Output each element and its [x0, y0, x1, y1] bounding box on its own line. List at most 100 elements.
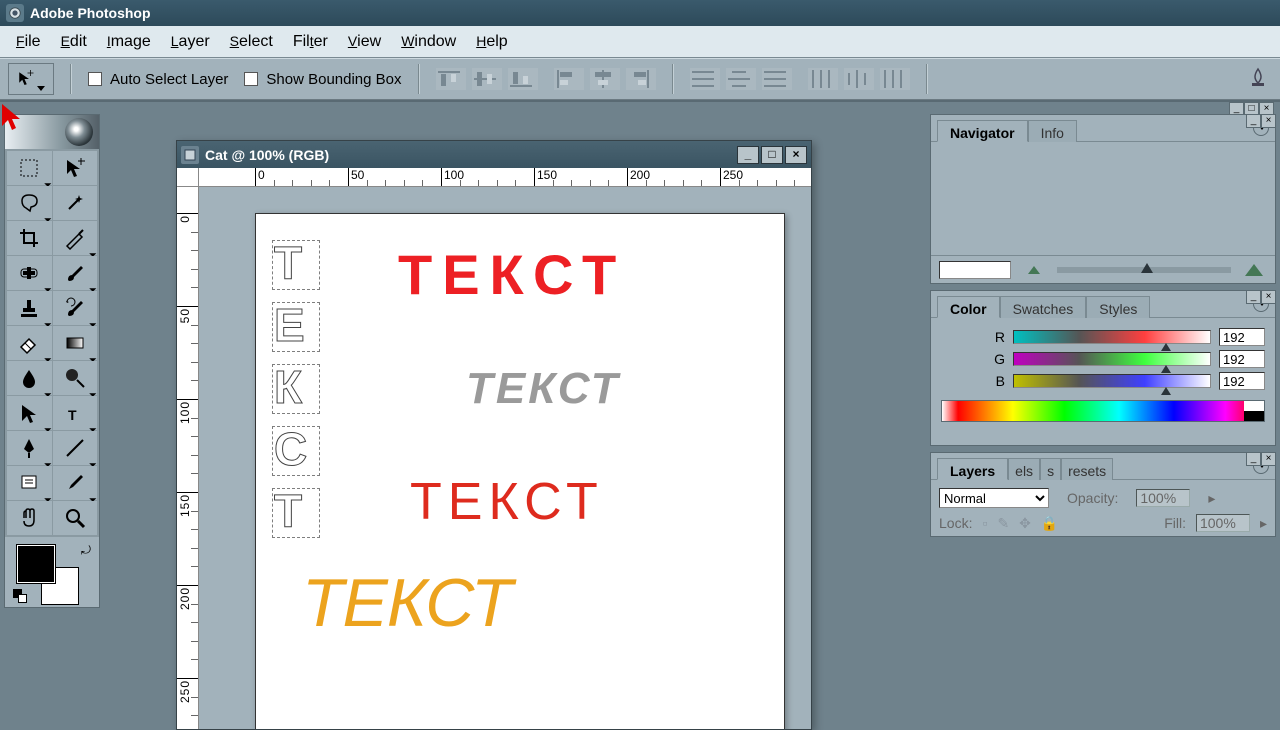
tab-info[interactable]: Info — [1028, 120, 1077, 142]
tab-layers[interactable]: Layers — [937, 458, 1008, 480]
move-tool[interactable] — [53, 151, 98, 185]
b-slider[interactable] — [1013, 374, 1211, 388]
doc-maximize-button[interactable]: □ — [761, 146, 783, 164]
dodge-tool[interactable] — [53, 361, 98, 395]
doc-close-button[interactable]: × — [785, 146, 807, 164]
horizontal-ruler[interactable]: 050100150200250300 — [199, 168, 811, 187]
current-tool-preset[interactable] — [8, 63, 54, 95]
align-top-icon[interactable] — [436, 68, 466, 90]
history-brush-tool[interactable] — [53, 291, 98, 325]
menu-help[interactable]: Help — [466, 29, 517, 55]
gradient-tool[interactable] — [53, 326, 98, 360]
menu-filter[interactable]: Filter — [283, 29, 338, 55]
lock-pixels-icon[interactable]: ✎ — [997, 515, 1009, 532]
tab-channels[interactable]: els — [1008, 458, 1040, 480]
panel-minimize-button[interactable]: _ — [1246, 114, 1261, 128]
tab-navigator[interactable]: Navigator — [937, 120, 1028, 142]
align-vcenter-icon[interactable] — [472, 68, 502, 90]
line-tool[interactable] — [53, 431, 98, 465]
lock-all-icon[interactable]: 🔒 — [1041, 515, 1058, 532]
menu-image[interactable]: Image — [97, 29, 161, 55]
palette-dock-icon[interactable] — [1244, 65, 1272, 93]
default-colors-icon[interactable] — [13, 589, 27, 603]
menu-file[interactable]: File — [6, 29, 51, 55]
distribute-bottom-icon[interactable] — [762, 68, 792, 90]
lock-position-icon[interactable]: ✥ — [1019, 515, 1031, 532]
eraser-tool[interactable] — [7, 326, 52, 360]
r-value-input[interactable] — [1219, 328, 1265, 346]
distribute-left-icon[interactable] — [808, 68, 838, 90]
panel-close-button[interactable]: × — [1261, 114, 1276, 128]
g-value-input[interactable] — [1219, 350, 1265, 368]
panel-close-button[interactable]: × — [1261, 452, 1276, 466]
foreground-color-swatch[interactable] — [17, 545, 55, 583]
panel-close-button[interactable]: × — [1261, 290, 1276, 304]
menu-window[interactable]: Window — [391, 29, 466, 55]
pen-tool[interactable] — [7, 431, 52, 465]
text-layer-red-bold[interactable]: ТЕКСТ — [398, 242, 626, 307]
blend-mode-select[interactable]: Normal — [939, 488, 1049, 508]
blur-tool[interactable] — [7, 361, 52, 395]
doc-minimize-button[interactable]: _ — [737, 146, 759, 164]
panel-minimize-button[interactable]: _ — [1246, 452, 1261, 466]
distribute-vcenter-icon[interactable] — [726, 68, 756, 90]
crop-tool[interactable] — [7, 221, 52, 255]
distribute-hcenter-icon[interactable] — [844, 68, 874, 90]
align-right-icon[interactable] — [626, 68, 656, 90]
marquee-tool[interactable] — [7, 151, 52, 185]
spectrum-bar[interactable] — [941, 400, 1265, 422]
zoom-input[interactable] — [939, 261, 1011, 279]
canvas[interactable]: ТЕКСТ ТЕКСТ ТЕКСТ ТЕКСТ ТЕКСТ — [255, 213, 785, 729]
slice-tool[interactable] — [53, 221, 98, 255]
ruler-origin[interactable] — [177, 168, 199, 187]
menu-view[interactable]: View — [338, 29, 391, 55]
lock-transparency-icon[interactable]: ▫ — [982, 515, 987, 531]
brush-tool[interactable] — [53, 256, 98, 290]
notes-tool[interactable] — [7, 466, 52, 500]
zoom-in-icon[interactable] — [1241, 261, 1267, 279]
menu-layer[interactable]: Layer — [161, 29, 220, 55]
tab-styles[interactable]: Styles — [1086, 296, 1150, 318]
tab-color[interactable]: Color — [937, 296, 1000, 318]
align-left-icon[interactable] — [554, 68, 584, 90]
panel-minimize-button[interactable]: _ — [1246, 290, 1261, 304]
tab-swatches[interactable]: Swatches — [1000, 296, 1087, 318]
zoom-slider[interactable] — [1057, 267, 1231, 273]
eyedropper-tool[interactable] — [53, 466, 98, 500]
canvas-area[interactable]: ТЕКСТ ТЕКСТ ТЕКСТ ТЕКСТ ТЕКСТ — [199, 187, 811, 729]
document-titlebar[interactable]: Cat @ 100% (RGB) _ □ × — [177, 141, 811, 168]
r-slider[interactable] — [1013, 330, 1211, 344]
svg-text:T: T — [68, 407, 77, 423]
type-tool[interactable]: T — [53, 396, 98, 430]
bounding-box-checkbox[interactable] — [244, 72, 258, 86]
magic-wand-tool[interactable] — [53, 186, 98, 220]
text-layer-orange-italic[interactable]: ТЕКСТ — [302, 564, 512, 642]
text-layer-red-thin[interactable]: ТЕКСТ — [410, 472, 604, 532]
align-hcenter-icon[interactable] — [590, 68, 620, 90]
hand-tool[interactable] — [7, 501, 52, 535]
stamp-tool[interactable] — [7, 291, 52, 325]
align-bottom-icon[interactable] — [508, 68, 538, 90]
healing-tool[interactable] — [7, 256, 52, 290]
b-value-input[interactable] — [1219, 372, 1265, 390]
swap-colors-icon[interactable]: ⤾ — [81, 543, 91, 558]
zoom-tool[interactable] — [53, 501, 98, 535]
menu-select[interactable]: Select — [220, 29, 283, 55]
tab-presets[interactable]: resets — [1061, 458, 1113, 480]
tab-paths[interactable]: s — [1040, 458, 1061, 480]
fill-value[interactable]: 100% — [1196, 514, 1250, 532]
auto-select-checkbox[interactable] — [88, 72, 102, 86]
distribute-right-icon[interactable] — [880, 68, 910, 90]
path-select-tool[interactable] — [7, 396, 52, 430]
opacity-value[interactable]: 100% — [1136, 489, 1190, 507]
text-layer-gray-italic[interactable]: ТЕКСТ — [466, 364, 621, 414]
zoom-out-icon[interactable] — [1021, 261, 1047, 279]
lasso-tool[interactable] — [7, 186, 52, 220]
vertical-ruler[interactable]: 050100150200250 — [177, 187, 199, 729]
menu-edit[interactable]: Edit — [51, 29, 97, 55]
distribute-top-icon[interactable] — [690, 68, 720, 90]
options-bar: Auto Select Layer Show Bounding Box — [0, 58, 1280, 100]
navigator-preview[interactable] — [931, 141, 1275, 255]
g-slider[interactable] — [1013, 352, 1211, 366]
lock-label: Lock: — [939, 515, 972, 531]
